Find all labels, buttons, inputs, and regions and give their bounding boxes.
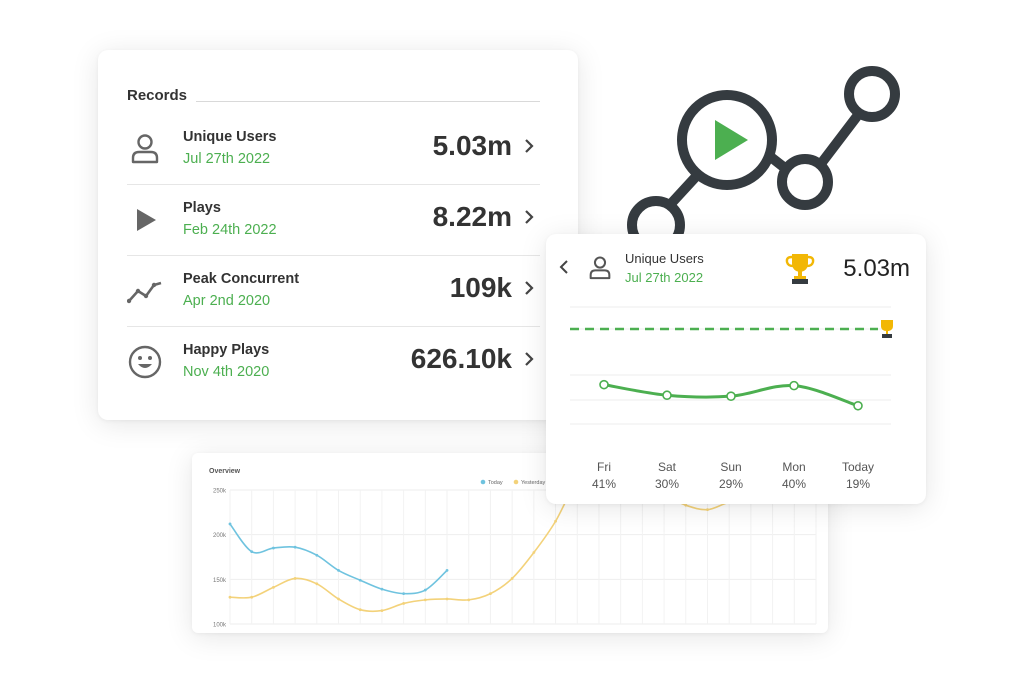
y-tick-label: 250k: [213, 489, 227, 495]
data-point: [853, 400, 863, 411]
day-percent: 30%: [654, 477, 680, 491]
record-date: Jul 27th 2022: [183, 151, 271, 167]
data-point: [789, 380, 799, 391]
play-icon: [137, 209, 156, 231]
data-point: [228, 595, 232, 599]
data-point: [272, 585, 275, 589]
data-point: [358, 578, 362, 582]
day-label: Fri: [597, 460, 611, 474]
data-point: [250, 595, 254, 599]
trend-line-icon: [127, 281, 162, 304]
record-name: Plays: [183, 200, 221, 216]
smiley-icon: [128, 345, 162, 379]
record-name: Happy Plays: [183, 342, 270, 358]
record-name: Peak Concurrent: [183, 271, 300, 287]
y-tick-label: 150k: [213, 578, 227, 584]
y-tick-label: 200k: [213, 533, 227, 539]
data-point: [706, 508, 709, 512]
day-label: Sun: [720, 460, 742, 474]
data-point: [402, 592, 406, 596]
record-value: 8.22m: [432, 201, 512, 232]
record-row-peak-concurrent[interactable]: Peak Concurrent Apr 2nd 2020 109k: [127, 256, 540, 327]
day-label: Today: [841, 460, 875, 474]
data-point: [315, 582, 319, 586]
legend-swatch: [480, 479, 486, 485]
records-divider: [196, 101, 540, 102]
record-value: 5.03m: [432, 130, 512, 161]
data-point: [293, 545, 297, 549]
data-point: [467, 598, 471, 602]
data-point: [726, 391, 736, 401]
detail-line-chart: [570, 306, 893, 425]
day-label: Mon: [782, 460, 806, 474]
data-point: [337, 569, 340, 572]
record-name: Unique Users: [183, 129, 277, 145]
data-point: [684, 503, 688, 507]
data-point: [423, 598, 427, 602]
records-title: Records: [127, 87, 188, 104]
data-point: [380, 609, 384, 612]
data-point: [489, 592, 492, 596]
record-value: 626.10k: [410, 343, 512, 374]
data-point: [510, 577, 514, 580]
user-icon: [131, 134, 159, 164]
data-point: [423, 588, 427, 592]
data-point: [272, 546, 275, 550]
record-date: Feb 24th 2022: [183, 222, 277, 238]
data-point: [315, 553, 319, 557]
records-card: Records Unique Users Jul 27th 2022 5.03m…: [98, 50, 578, 420]
play-network-logo: [627, 66, 900, 254]
day-percent: 40%: [781, 477, 807, 491]
chevron-right-icon: [525, 210, 534, 224]
trophy-base: [882, 334, 892, 338]
legend-swatch: [513, 479, 519, 485]
day-percent: 19%: [845, 477, 871, 491]
data-point: [293, 577, 297, 580]
record-date: Apr 2nd 2020: [183, 293, 271, 309]
trophy-stem: [886, 331, 888, 334]
data-point: [337, 597, 340, 601]
legend-label: Today: [488, 480, 503, 486]
trophy-icon: [881, 320, 893, 338]
record-detail-card: Unique Users Jul 27th 2022 5.03m Fri 41%…: [546, 234, 926, 504]
data-point: [250, 550, 254, 554]
record-row-plays[interactable]: Plays Feb 24th 2022 8.22m: [127, 185, 540, 256]
chart-title: Overview: [209, 468, 241, 475]
chevron-right-icon: [525, 139, 534, 153]
data-point: [662, 390, 672, 401]
data-point: [445, 569, 449, 572]
day-percent: 29%: [718, 477, 744, 491]
y-tick-label: 100k: [213, 623, 227, 629]
day-label: Sat: [657, 460, 676, 474]
legend-label: Yesterday: [521, 480, 546, 486]
data-point: [532, 551, 536, 554]
chevron-right-icon: [525, 352, 534, 366]
record-row-happy-plays[interactable]: Happy Plays Nov 4th 2020 626.10k: [127, 327, 540, 397]
trophy-cup: [881, 320, 893, 331]
data-point: [228, 522, 232, 526]
day-percent: 41%: [591, 477, 617, 491]
data-point: [402, 602, 406, 605]
record-date: Nov 4th 2020: [183, 364, 270, 380]
data-point: [358, 608, 362, 612]
data-point: [380, 587, 384, 591]
data-point: [445, 597, 449, 601]
chevron-right-icon: [525, 281, 534, 295]
record-value: 109k: [449, 272, 512, 303]
data-point: [599, 379, 609, 390]
data-point: [554, 519, 557, 523]
record-row-unique-users[interactable]: Unique Users Jul 27th 2022 5.03m: [127, 114, 540, 185]
